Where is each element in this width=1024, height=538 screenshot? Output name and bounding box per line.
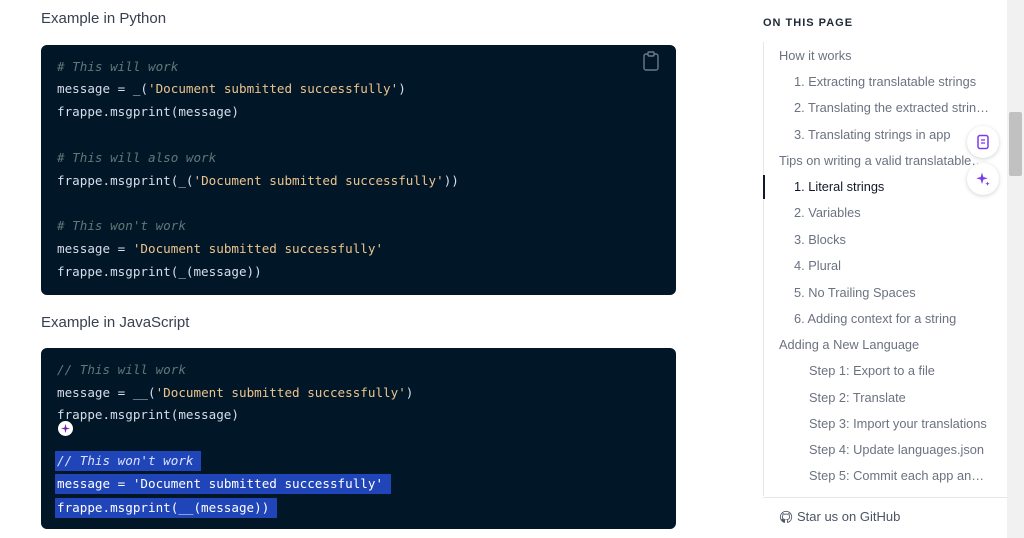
code-token-plain: message = __( [57,385,156,400]
code-line: frappe.msgprint(message) [57,405,239,425]
table-of-contents: ON THIS PAGE How it works 1. Extracting t… [763,0,1007,538]
code-line: message = 'Document submitted successful… [57,239,383,259]
code-line: frappe.msgprint(message) [57,102,239,122]
page-scrollbar[interactable] [1007,0,1024,538]
scrollbar-thumb[interactable] [1009,112,1022,176]
code-token-comment: # This won't work [57,218,186,233]
toc-header: ON THIS PAGE [763,17,854,29]
toc-active-indicator [763,175,765,199]
toc-divider [763,497,1007,498]
javascript-example-heading: Example in JavaScript [41,314,190,331]
code-line: message = 'Document submitted successful… [55,474,392,494]
toc-item[interactable]: Step 2: Translate [809,390,906,406]
code-token-plain: frappe.msgprint(__(message)) [57,500,270,515]
code-token-comment: // This will work [57,362,186,377]
code-token-plain: frappe.msgprint(_( [57,173,194,188]
code-line: # This will also work [57,148,216,168]
github-star-label: Star us on GitHub [797,509,901,524]
toc-item[interactable]: 3. Blocks [794,232,846,248]
code-line: frappe.msgprint(_('Document submitted su… [57,171,459,191]
code-token-plain: )) [443,173,459,188]
code-token-string: 'Document submitted successfully' [132,476,384,491]
github-star-link[interactable]: Star us on GitHub [779,509,900,524]
sparkles-icon [976,172,990,186]
code-line: message = __('Document submitted success… [57,383,413,403]
code-token-plain: frappe.msgprint(message) [57,104,239,119]
code-token-string: 'Document submitted successfully' [132,241,384,256]
code-token-plain: ) [405,385,414,400]
toc-item[interactable]: Step 4: Update languages.json [809,442,984,458]
toc-item[interactable]: Adding a New Language [779,337,919,353]
toc-item[interactable]: Step 3: Import your translations [809,416,987,432]
code-token-comment: # This will work [57,59,179,74]
document-fab-button[interactable] [967,126,999,158]
clipboard-icon [643,51,659,71]
code-line: message = _('Document submitted successf… [57,79,406,99]
code-token-plain: frappe.msgprint(message) [57,407,239,422]
toc-item[interactable]: Step 1: Export to a file [809,363,935,379]
github-icon [779,510,793,523]
code-line: # This won't work [57,216,186,236]
code-token-string: 'Document submitted successfully' [148,81,399,96]
code-line: # This will work [57,57,178,77]
toc-rail [763,42,764,496]
python-example-heading: Example in Python [41,10,167,27]
main-content: Example in Python # This will work messag… [0,0,740,538]
code-token-plain: message = [57,241,133,256]
code-token-plain: frappe.msgprint(_(message)) [57,264,262,279]
python-code-block[interactable]: # This will work message = _('Document su… [41,45,676,295]
code-token-plain: message = _( [57,81,148,96]
toc-item[interactable]: 1. Literal strings [794,179,884,195]
document-icon [977,134,989,150]
toc-item[interactable]: 1. Extracting translatable strings [794,74,976,90]
code-token-plain: ) [398,81,406,96]
copy-code-button[interactable] [642,51,660,71]
code-token-string: 'Document submitted successfully' [193,173,444,188]
code-line: frappe.msgprint(__(message)) [55,498,278,518]
code-token-string: 'Document submitted successfully' [155,385,406,400]
code-token-comment: # This will also work [57,150,217,165]
code-line: frappe.msgprint(_(message)) [57,262,262,282]
toc-item[interactable]: Tips on writing a valid translatable str… [779,153,987,169]
toc-item[interactable]: 6. Adding context for a string [794,311,956,327]
code-line: // This will work [57,360,186,380]
toc-item[interactable]: 4. Plural [794,258,841,274]
toc-item[interactable]: 2. Variables [794,205,861,221]
sparkle-icon[interactable] [58,421,73,436]
javascript-code-block[interactable]: // This will work message = __('Document … [41,348,676,529]
code-line: // This won't work [55,451,202,471]
toc-item[interactable]: Step 5: Commit each app and push [809,468,989,484]
toc-item[interactable]: How it works [779,48,852,64]
toc-item[interactable]: 2. Translating the extracted strings [794,100,989,116]
toc-item[interactable]: 3. Translating strings in app [794,127,951,143]
toc-item[interactable]: 5. No Trailing Spaces [794,285,916,301]
ai-assistant-fab-button[interactable] [967,163,999,195]
code-token-comment: // This won't work [57,453,194,468]
code-token-plain: message = [57,476,133,491]
